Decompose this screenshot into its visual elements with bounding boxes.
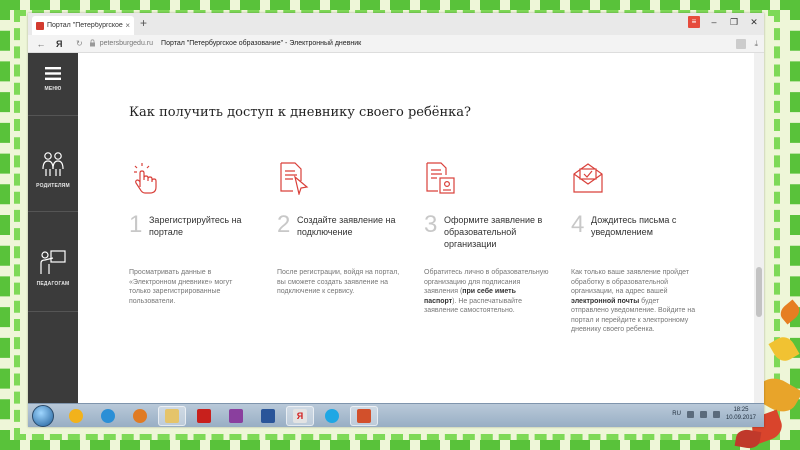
page-scrollbar[interactable] bbox=[754, 53, 764, 403]
clock-time: 18:25 bbox=[733, 407, 749, 413]
network-icon[interactable] bbox=[686, 410, 694, 418]
word-icon bbox=[261, 409, 275, 423]
close-window-button[interactable]: ✕ bbox=[748, 17, 760, 28]
address-bar-actions: ⤓ bbox=[736, 39, 758, 49]
step-title: Создайте заявление на подключение bbox=[297, 215, 396, 237]
sidebar-item-menu[interactable]: МЕНЮ bbox=[28, 67, 78, 92]
sidebar-item-label: МЕНЮ bbox=[44, 86, 62, 92]
taskbar-app-skype[interactable] bbox=[318, 406, 346, 426]
taskbar-app-powerpoint[interactable] bbox=[350, 406, 378, 426]
sidebar-divider bbox=[28, 311, 78, 312]
winrar-icon bbox=[229, 409, 243, 423]
download-icon[interactable]: ⤓ bbox=[754, 39, 758, 49]
tab-close-icon[interactable]: × bbox=[125, 21, 130, 30]
volume-icon[interactable] bbox=[699, 410, 707, 418]
url-text[interactable]: petersburgedu.ru bbox=[100, 40, 153, 47]
step-title: Оформите заявление в образовательной орг… bbox=[444, 215, 543, 249]
browser-window: Портал "Петербургское × + ≡ – ❐ ✕ ← Я ↻ … bbox=[28, 13, 764, 427]
taskbar-app-acrobat[interactable] bbox=[190, 406, 218, 426]
step-title: Дождитесь письма с уведомлением bbox=[591, 215, 677, 237]
yandex-icon: Я bbox=[293, 409, 307, 423]
browser-tab[interactable]: Портал "Петербургское × bbox=[32, 16, 134, 35]
step-number: 2 bbox=[277, 211, 291, 238]
language-indicator[interactable]: RU bbox=[672, 411, 681, 417]
step-description-text: Как только ваше заявление пройдет обрабо… bbox=[571, 269, 690, 295]
media-player-icon bbox=[133, 409, 147, 423]
taskbar-app-media-player[interactable] bbox=[126, 406, 154, 426]
sidebar-item-teachers[interactable]: ПЕДАГОГАМ bbox=[28, 249, 78, 287]
tab-bar: Портал "Петербургское × + ≡ – ❐ ✕ bbox=[28, 13, 764, 35]
page-heading: Как получить доступ к дневнику своего ре… bbox=[129, 105, 471, 120]
new-tab-button[interactable]: + bbox=[140, 16, 147, 30]
step-description: Просматривать данные в «Электронном днев… bbox=[129, 269, 233, 305]
battery-icon[interactable] bbox=[712, 410, 720, 418]
page-title-text[interactable]: Портал "Петербургское образование" - Эле… bbox=[161, 40, 361, 47]
step-number: 4 bbox=[571, 211, 585, 238]
taskbar-app-yandex-browser[interactable] bbox=[62, 406, 90, 426]
system-tray: RU 18:25 10.09.2017 bbox=[672, 406, 756, 422]
teacher-icon bbox=[40, 250, 66, 274]
minimize-button[interactable]: – bbox=[708, 17, 720, 27]
taskbar-app-explorer[interactable] bbox=[158, 406, 186, 426]
taskbar-app-ie[interactable] bbox=[94, 406, 122, 426]
powerpoint-icon bbox=[357, 409, 371, 423]
start-button[interactable] bbox=[32, 405, 54, 427]
sidebar: МЕНЮ РОДИТЕЛЯМ ПЕДАГОГАМ bbox=[28, 53, 78, 403]
parents-icon bbox=[42, 152, 64, 176]
bookmark-icon[interactable] bbox=[736, 39, 747, 49]
clock-date: 10.09.2017 bbox=[725, 415, 756, 421]
browser-menu-button[interactable]: ≡ bbox=[688, 16, 700, 28]
step-description: После регистрации, войдя на портал, вы с… bbox=[277, 269, 400, 295]
maximize-button[interactable]: ❐ bbox=[728, 17, 740, 28]
tab-title: Портал "Петербургское bbox=[47, 22, 123, 29]
reload-button[interactable]: ↻ bbox=[76, 39, 83, 48]
folder-icon bbox=[165, 409, 179, 423]
address-bar: ← Я ↻ petersburgedu.ru Портал "Петербург… bbox=[28, 35, 764, 53]
hamburger-menu-icon bbox=[45, 67, 61, 80]
yandex-logo[interactable]: Я bbox=[56, 39, 70, 49]
yandex-browser-icon bbox=[69, 409, 83, 423]
step-description: Как только ваше заявление пройдет обрабо… bbox=[571, 268, 697, 335]
step-number: 1 bbox=[129, 211, 143, 238]
sidebar-item-label: РОДИТЕЛЯМ bbox=[36, 183, 70, 189]
step-title: Зарегистрируйтесь на портале bbox=[149, 215, 242, 237]
sidebar-divider bbox=[28, 115, 78, 116]
back-button[interactable]: ← bbox=[34, 39, 48, 49]
window-controls: ≡ – ❐ ✕ bbox=[688, 16, 760, 28]
taskbar-app-word[interactable] bbox=[254, 406, 282, 426]
taskbar-app-winrar[interactable] bbox=[222, 406, 250, 426]
step-description-bold: электронной почты bbox=[571, 297, 640, 305]
skype-icon bbox=[325, 409, 339, 423]
taskbar-app-yandex[interactable]: Я bbox=[286, 406, 314, 426]
acrobat-icon bbox=[197, 409, 211, 423]
lock-icon bbox=[89, 38, 96, 49]
sidebar-item-parents[interactable]: РОДИТЕЛЯМ bbox=[28, 151, 78, 189]
tap-hand-icon bbox=[134, 163, 157, 194]
site-favicon-icon bbox=[36, 21, 44, 30]
sidebar-divider bbox=[28, 211, 78, 212]
sidebar-item-label: ПЕДАГОГАМ bbox=[36, 281, 70, 287]
clock[interactable]: 18:25 10.09.2017 bbox=[726, 406, 756, 422]
internet-explorer-icon bbox=[101, 409, 115, 423]
main-content: Как получить доступ к дневнику своего ре… bbox=[78, 53, 754, 403]
envelope-icon bbox=[573, 163, 603, 193]
scrollbar-thumb[interactable] bbox=[756, 267, 762, 317]
windows-taskbar: Я RU 18:25 10.09.2017 bbox=[28, 403, 764, 427]
document-cursor-icon bbox=[280, 162, 309, 195]
document-stamp-icon bbox=[426, 162, 455, 194]
step-number: 3 bbox=[424, 211, 438, 238]
step-description: Обратитесь лично в образовательную орган… bbox=[424, 268, 550, 316]
